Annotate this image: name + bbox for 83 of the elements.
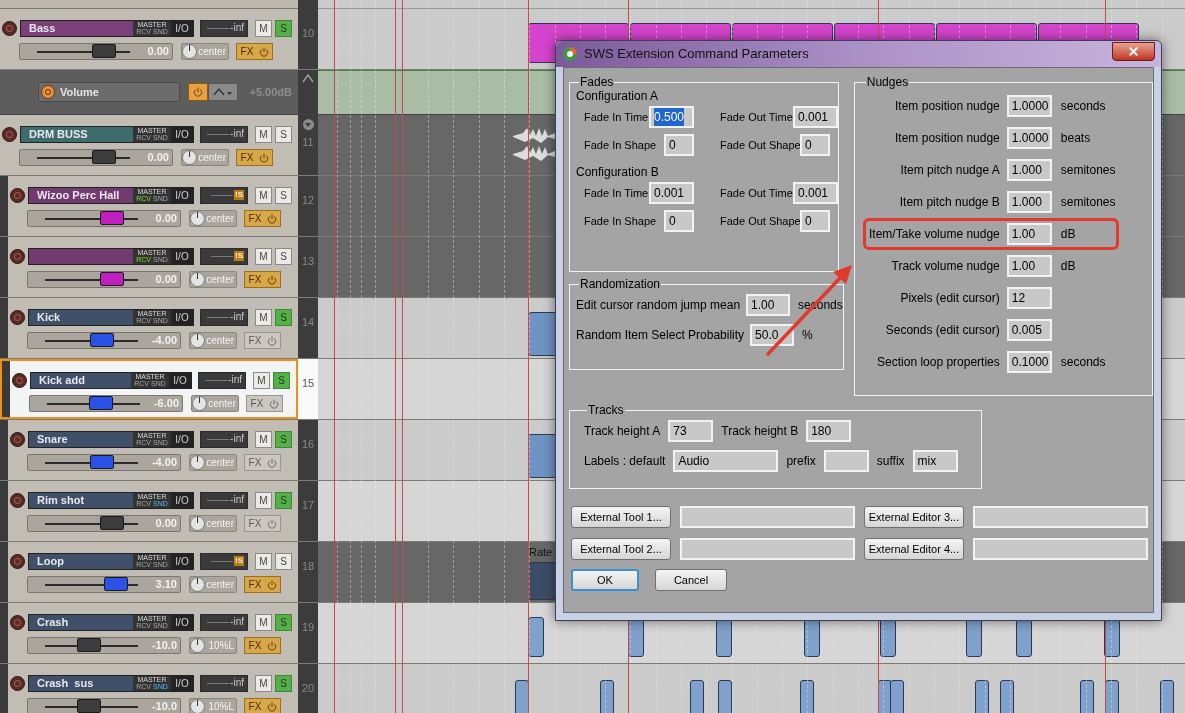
meter-readout: -inf xyxy=(228,375,242,385)
unit-label: % xyxy=(802,327,813,344)
volume-value: 3.10 xyxy=(155,579,177,590)
field-label: Seconds (edit cursor) xyxy=(884,322,1000,339)
field-label: suffix xyxy=(876,453,905,470)
track-name: Kick add xyxy=(39,374,85,386)
meter-readout: -inf xyxy=(230,495,244,505)
track-number: 15 xyxy=(301,376,315,391)
field-label: Fade In Shape xyxy=(584,213,657,229)
unit-label: semitones xyxy=(1060,162,1116,179)
field-label: Track height A xyxy=(584,423,661,440)
field-label: Item pitch nudge A xyxy=(899,162,1000,179)
track-number: 11 xyxy=(302,135,314,150)
clip-indicator: !S xyxy=(234,556,244,566)
field-label: Item pitch nudge B xyxy=(898,194,1000,211)
meter-readout: -inf xyxy=(230,312,244,322)
volume-value: 0.00 xyxy=(147,46,169,57)
meter-readout: -inf xyxy=(230,678,244,688)
unit-label: dB xyxy=(1060,226,1076,243)
field-label: Item position nudge xyxy=(894,98,1000,115)
clip-label: Rate xyxy=(529,545,553,560)
field-label: Track height B xyxy=(721,423,799,440)
field-label: prefix xyxy=(786,453,816,470)
field-label: Fade Out Time xyxy=(720,109,793,125)
unit-label: seconds xyxy=(1060,354,1106,371)
field-label: Track volume nudge xyxy=(890,258,1000,275)
clip-indicator: !S xyxy=(234,251,244,261)
track-number: 18 xyxy=(301,559,315,574)
unit-label: dB xyxy=(1060,258,1076,275)
track-number: 19 xyxy=(301,620,315,635)
volume-value: -4.00 xyxy=(151,457,177,468)
field-label: Fade In Time xyxy=(584,185,649,201)
unit-label: beats xyxy=(1060,130,1091,147)
meter-readout: -inf xyxy=(230,129,244,139)
track-number: 17 xyxy=(301,498,315,513)
track-name: Bass xyxy=(29,22,56,34)
group-title: Randomization xyxy=(579,278,662,290)
section-label: Configuration B xyxy=(576,165,660,179)
volume-value: 0.00 xyxy=(155,518,177,529)
group-title: Nudges xyxy=(865,76,910,88)
track-number: 14 xyxy=(301,315,315,330)
meter-readout: -inf xyxy=(230,617,244,627)
field-label: Fade In Shape xyxy=(584,137,657,153)
unit-label: seconds xyxy=(1060,98,1106,115)
field-label: Fade Out Shape xyxy=(720,137,800,153)
volume-value: 0.00 xyxy=(155,213,177,224)
volume-value: 0.00 xyxy=(155,274,177,285)
field-label: Random Item Select Probability xyxy=(576,327,745,344)
field-label: Labels : default xyxy=(584,453,666,470)
track-name: Crash sus xyxy=(37,677,94,689)
track-name: Kick xyxy=(37,311,61,323)
volume-value: -6.00 xyxy=(153,398,179,409)
field-label: Item position nudge xyxy=(894,130,1000,147)
track-number: 12 xyxy=(301,193,315,208)
field-label: Edit cursor random jump mean xyxy=(576,297,741,314)
track-name: Crash xyxy=(37,616,69,628)
track-name: Loop xyxy=(37,555,64,567)
track-name: Wizoo Perc Hall xyxy=(37,189,120,201)
track-name: Snare xyxy=(37,433,68,445)
unit-label: semitones xyxy=(1060,194,1116,211)
field-label: Fade Out Shape xyxy=(720,213,800,229)
field-label: Fade In Time xyxy=(584,109,649,125)
field-label: Item/Take volume nudge xyxy=(868,226,1000,243)
window-title: SWS Extension Command Parameters xyxy=(584,45,809,64)
track-number: 13 xyxy=(301,254,315,269)
volume-value: -10.0 xyxy=(151,640,177,651)
track-name: DRM BUSS xyxy=(29,128,88,140)
clip-indicator: !S xyxy=(234,190,244,200)
group-title: Fades xyxy=(579,76,615,88)
volume-value: 0.00 xyxy=(147,152,169,163)
meter-readout: -inf xyxy=(230,23,244,33)
volume-value: -10.0 xyxy=(151,701,177,712)
field-label: Pixels (edit cursor) xyxy=(899,290,1000,307)
track-number: 10 xyxy=(301,26,315,41)
group-title: Tracks xyxy=(587,404,625,416)
field-label: Section loop properties xyxy=(876,354,1000,371)
track-number: 16 xyxy=(301,437,315,452)
section-label: Configuration A xyxy=(576,89,660,103)
track-name: Rim shot xyxy=(37,494,85,506)
volume-value: -4.00 xyxy=(151,335,177,346)
meter-readout: -inf xyxy=(230,434,244,444)
field-label: Fade Out Time xyxy=(720,185,793,201)
track-number: 20 xyxy=(301,681,315,696)
